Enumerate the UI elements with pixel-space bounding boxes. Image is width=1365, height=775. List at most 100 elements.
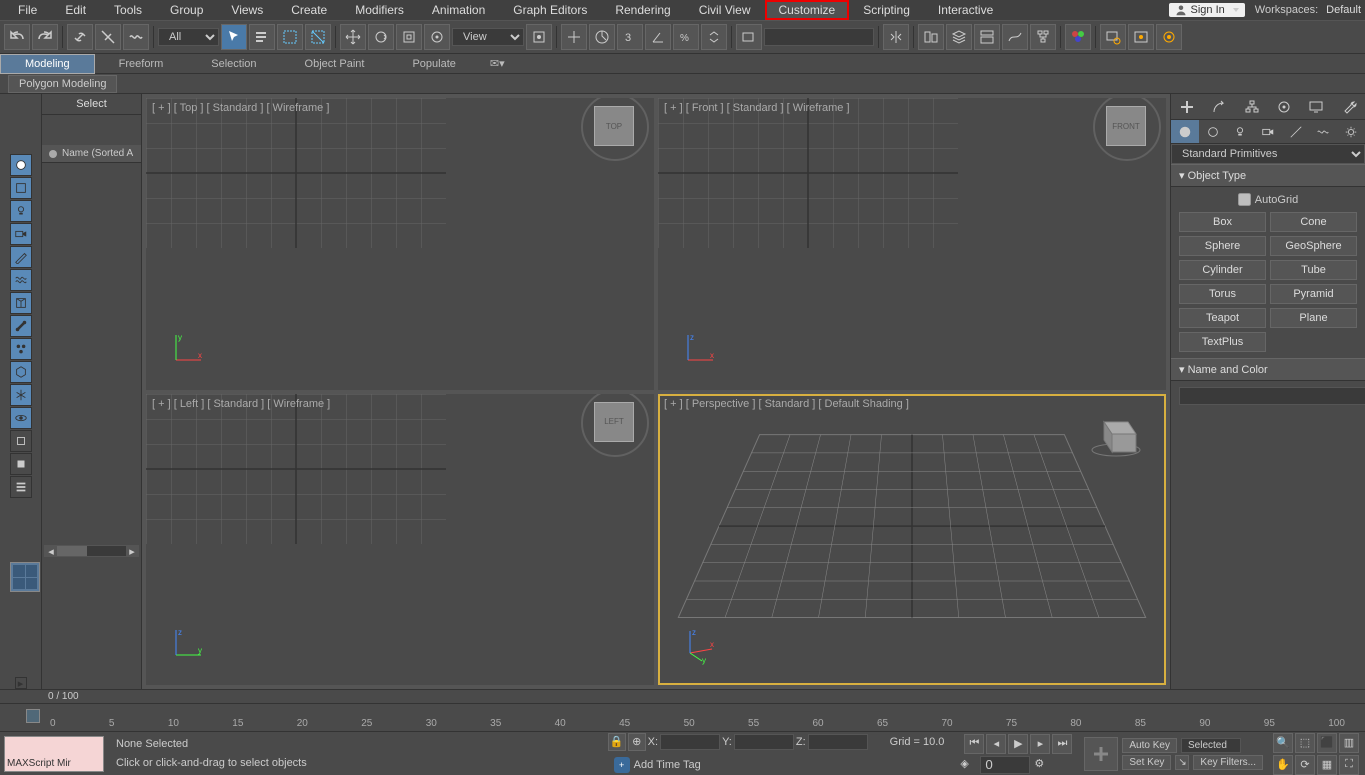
y-input[interactable] <box>734 734 794 750</box>
rotate-button[interactable] <box>368 24 394 50</box>
cmd-tab-utilities[interactable] <box>1333 94 1365 119</box>
toggle-ribbon-button[interactable] <box>974 24 1000 50</box>
viewcube-perspective[interactable] <box>1086 402 1146 462</box>
btn-plane[interactable]: Plane <box>1270 308 1357 328</box>
time-slider-knob[interactable] <box>10 706 40 726</box>
zoom-extents-button[interactable]: ⬚ <box>1295 733 1315 753</box>
viewcube-top[interactable]: TOP <box>594 106 634 146</box>
timeline[interactable]: 0510152025303540455055606570758085909510… <box>0 703 1365 731</box>
ribbon-tab-selection[interactable]: Selection <box>187 55 280 73</box>
goto-end-button[interactable]: ⏭ <box>1052 734 1072 754</box>
cmd-tab-create[interactable] <box>1171 94 1203 119</box>
ribbon-presets-icon[interactable]: ✉▾ <box>480 54 515 73</box>
display-hidden-icon[interactable] <box>10 407 32 429</box>
maximize-viewport-button[interactable]: ⛶ <box>1339 755 1359 775</box>
viewport-perspective[interactable]: [ + ] [ Perspective ] [ Standard ] [ Def… <box>658 394 1166 686</box>
transform-type-in-icon[interactable]: ⊕ <box>628 733 646 751</box>
menu-edit[interactable]: Edit <box>51 0 100 20</box>
selection-lock-icon[interactable]: 🔒 <box>608 733 626 751</box>
pivot-center-button[interactable] <box>526 24 552 50</box>
subtab-systems[interactable] <box>1337 120 1365 143</box>
pan-button[interactable]: ✋ <box>1273 755 1293 775</box>
menu-civil-view[interactable]: Civil View <box>685 0 765 20</box>
workspaces-value[interactable]: Default <box>1326 4 1361 16</box>
select-region-rect-button[interactable] <box>277 24 303 50</box>
btn-cone[interactable]: Cone <box>1270 212 1357 232</box>
btn-sphere[interactable]: Sphere <box>1179 236 1266 256</box>
subtab-spacewarps[interactable] <box>1310 120 1338 143</box>
autogrid-checkbox[interactable] <box>1238 193 1251 206</box>
display-spacewarps-icon[interactable] <box>10 269 32 291</box>
maxscript-listener[interactable]: MAXScript Mir <box>4 736 104 772</box>
cmd-tab-hierarchy[interactable] <box>1236 94 1268 119</box>
select-window-crossing-button[interactable] <box>305 24 331 50</box>
scene-scrollbar[interactable]: ◂ ▸ <box>44 545 139 557</box>
align-button[interactable] <box>918 24 944 50</box>
subtab-lights[interactable] <box>1226 120 1254 143</box>
angle-snap-button[interactable] <box>645 24 671 50</box>
scroll-right-icon[interactable]: ▸ <box>126 546 138 556</box>
viewcube-left[interactable]: LEFT <box>594 402 634 442</box>
btn-geosphere[interactable]: GeoSphere <box>1270 236 1357 256</box>
btn-box[interactable]: Box <box>1179 212 1266 232</box>
keyboard-shortcut-override-button[interactable] <box>589 24 615 50</box>
viewport-left-label[interactable]: [ + ] [ Left ] [ Standard ] [ Wireframe … <box>152 398 330 410</box>
keyfilters-button[interactable]: Key Filters... <box>1193 755 1263 770</box>
spinner-snap-button[interactable] <box>701 24 727 50</box>
ribbon-tab-object-paint[interactable]: Object Paint <box>281 55 389 73</box>
frame-scrub-bar[interactable]: 0 / 100 <box>0 689 1365 703</box>
select-by-name-button[interactable] <box>249 24 275 50</box>
redo-button[interactable] <box>32 24 58 50</box>
subtab-cameras[interactable] <box>1254 120 1282 143</box>
display-containers-icon[interactable] <box>10 292 32 314</box>
display-shapes-icon[interactable] <box>10 177 32 199</box>
menu-graph-editors[interactable]: Graph Editors <box>499 0 601 20</box>
menu-interactive[interactable]: Interactive <box>924 0 1007 20</box>
zoom-region-button[interactable]: ⬛ <box>1317 733 1337 753</box>
btn-teapot[interactable]: Teapot <box>1179 308 1266 328</box>
display-none-icon[interactable] <box>10 430 32 452</box>
key-tangent-button[interactable]: ↘ <box>1175 755 1189 770</box>
display-all-icon[interactable] <box>10 453 32 475</box>
menu-file[interactable]: File <box>4 0 51 20</box>
named-selection-input[interactable] <box>764 28 874 46</box>
menu-views[interactable]: Views <box>217 0 277 20</box>
manipulate-button[interactable] <box>561 24 587 50</box>
rollout-object-type[interactable]: ▾ Object Type <box>1171 164 1365 187</box>
display-bone-icon[interactable] <box>10 315 32 337</box>
schematic-view-button[interactable] <box>1030 24 1056 50</box>
menu-tools[interactable]: Tools <box>100 0 156 20</box>
cmd-tab-modify[interactable] <box>1203 94 1235 119</box>
ribbon-tab-freeform[interactable]: Freeform <box>95 55 188 73</box>
menu-scripting[interactable]: Scripting <box>849 0 924 20</box>
object-name-input[interactable] <box>1179 387 1365 405</box>
unlink-button[interactable] <box>95 24 121 50</box>
current-frame-input[interactable] <box>980 756 1030 774</box>
subtab-geometry[interactable] <box>1171 120 1199 143</box>
percent-snap-button[interactable]: % <box>673 24 699 50</box>
menu-group[interactable]: Group <box>156 0 217 20</box>
btn-torus[interactable]: Torus <box>1179 284 1266 304</box>
display-frozen-icon[interactable] <box>10 384 32 406</box>
display-cameras-icon[interactable] <box>10 223 32 245</box>
orbit-button[interactable]: ⟳ <box>1295 755 1315 775</box>
menu-customize[interactable]: Customize <box>765 0 850 20</box>
select-place-button[interactable] <box>424 24 450 50</box>
named-selection-sets-button[interactable] <box>736 24 762 50</box>
play-button[interactable]: ▶ <box>1008 734 1028 754</box>
subtab-shapes[interactable] <box>1199 120 1227 143</box>
cmd-tab-motion[interactable] <box>1268 94 1300 119</box>
walk-button[interactable]: ▦ <box>1317 755 1337 775</box>
keymode-combo[interactable]: Selected <box>1181 738 1241 753</box>
display-helpers-icon[interactable] <box>10 246 32 268</box>
subtab-helpers[interactable] <box>1282 120 1310 143</box>
goto-start-button[interactable]: ⏮ <box>964 734 984 754</box>
autokey-button[interactable]: Auto Key <box>1122 738 1177 753</box>
undo-button[interactable] <box>4 24 30 50</box>
snap-toggle-button[interactable]: 3 <box>617 24 643 50</box>
mirror-button[interactable] <box>883 24 909 50</box>
selection-filter-combo[interactable]: All <box>158 28 219 46</box>
expand-icon[interactable]: ▸ <box>15 677 27 689</box>
display-invert-icon[interactable] <box>10 476 32 498</box>
prev-frame-button[interactable]: ◂ <box>986 734 1006 754</box>
